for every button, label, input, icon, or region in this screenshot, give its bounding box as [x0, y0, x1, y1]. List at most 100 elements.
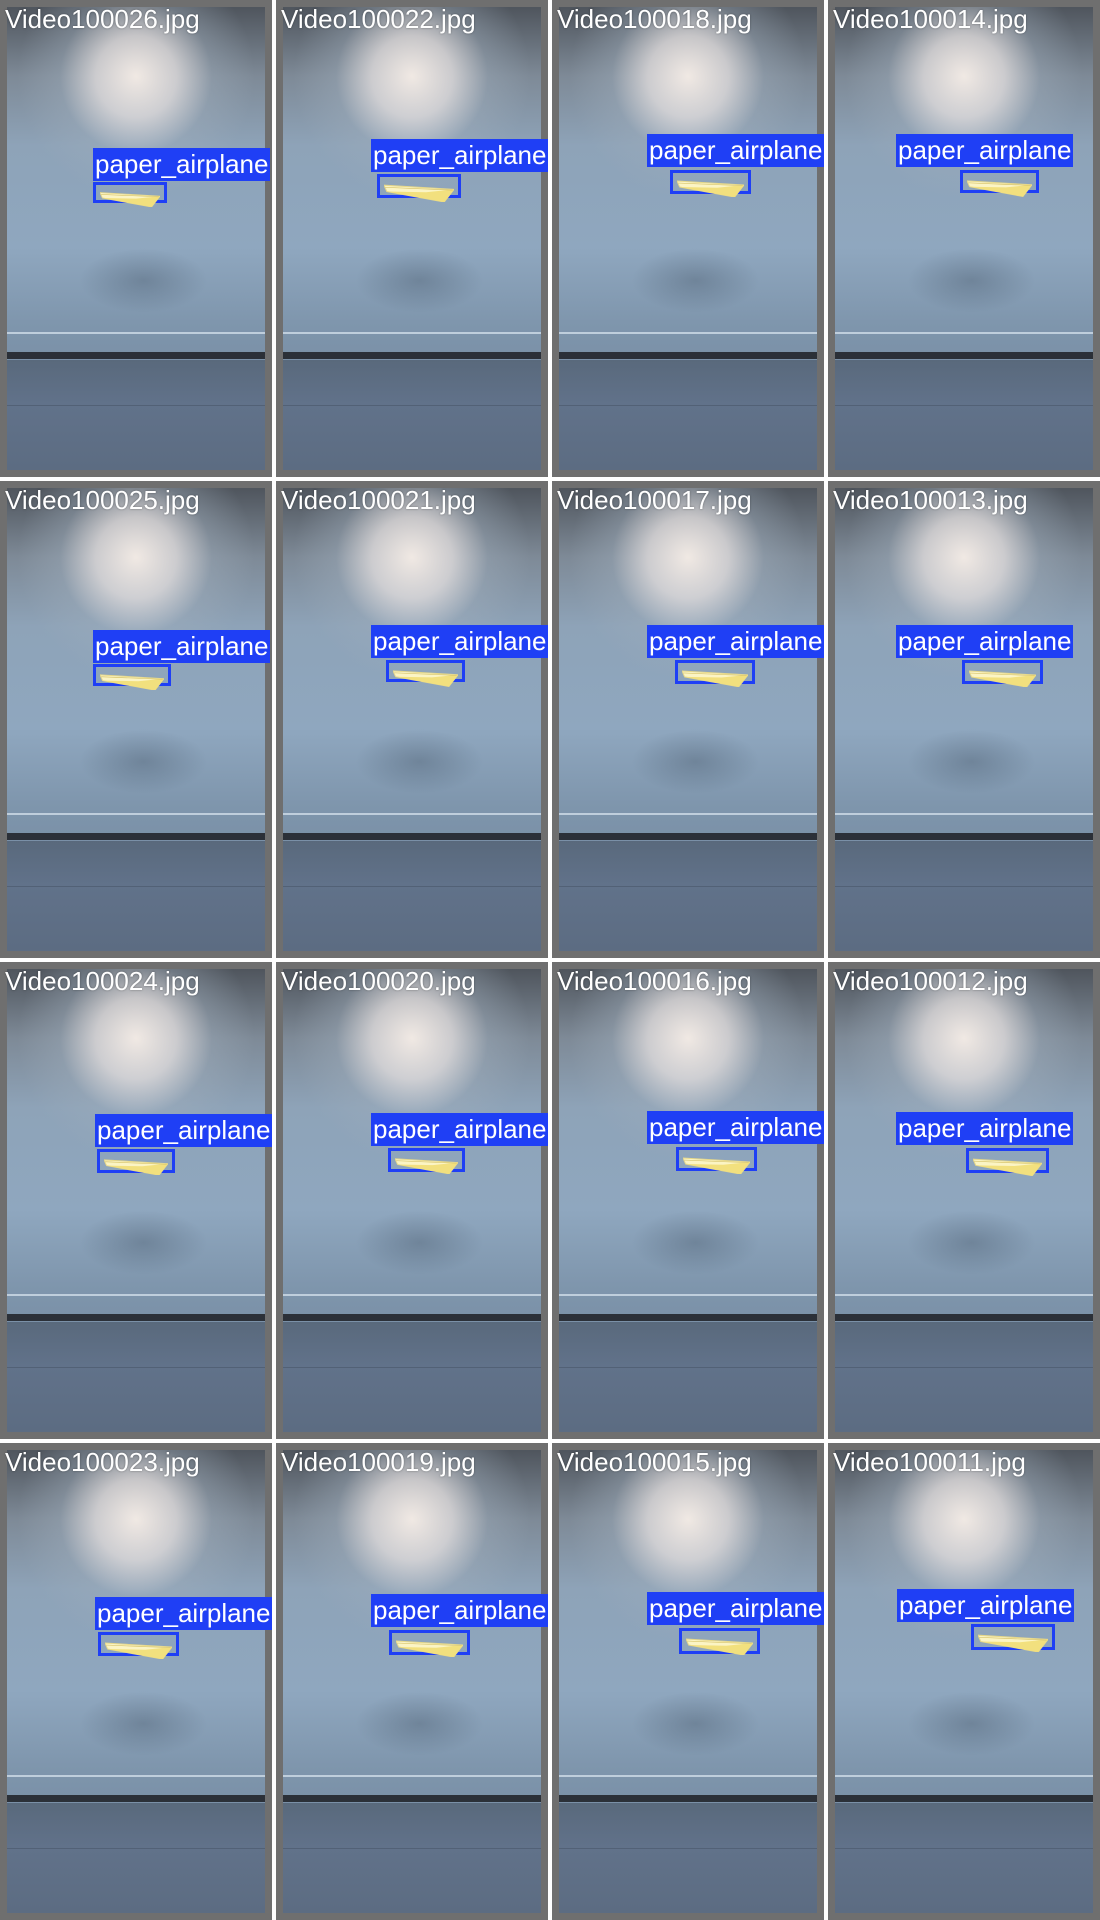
floor-area	[283, 1322, 541, 1432]
wall-ledge	[835, 351, 1093, 359]
floor-area	[7, 1803, 265, 1913]
paper-airplane-object	[396, 1640, 463, 1658]
frame-tile: Video100017.jpg paper_airplane	[552, 481, 824, 958]
frame-filename: Video100023.jpg	[5, 1447, 200, 1477]
paper-airplane-object	[100, 674, 164, 691]
frame-filename: Video100011.jpg	[833, 1447, 1026, 1477]
detection-bounding-box	[389, 1630, 470, 1658]
detection-bounding-box	[93, 664, 171, 691]
frame-tile: Video100026.jpg paper_airplane	[0, 0, 272, 477]
paper-airplane-object	[682, 670, 748, 687]
detection-bounding-box	[670, 170, 751, 198]
wall-rail	[835, 813, 1093, 816]
frame-filename: Video100018.jpg	[557, 4, 752, 34]
floor-seam	[835, 1367, 1093, 1369]
wall-ledge	[7, 832, 265, 840]
floor-area	[835, 841, 1093, 951]
detection-bounding-box	[388, 1148, 465, 1174]
wall-rail	[835, 332, 1093, 335]
wall-shadow	[907, 728, 1037, 794]
paper-airplane-object	[677, 180, 744, 198]
floor-area	[283, 360, 541, 470]
frame-photo	[283, 488, 541, 951]
wall-shadow	[631, 247, 761, 313]
wall-rail	[559, 1294, 817, 1297]
wall-shadow	[79, 728, 209, 794]
wall-rail	[835, 1775, 1093, 1778]
frame-filename: Video100022.jpg	[281, 4, 476, 34]
frame-photo	[7, 7, 265, 470]
floor-area	[283, 1803, 541, 1913]
floor-seam	[283, 405, 541, 407]
wall-rail	[283, 1775, 541, 1778]
wall-rail	[7, 1294, 265, 1297]
wall-shadow	[907, 247, 1037, 313]
wall-rail	[7, 1775, 265, 1778]
detection-class-label: paper_airplane	[647, 134, 824, 167]
frame-filename: Video100013.jpg	[833, 485, 1028, 515]
paper-airplane-object	[973, 1158, 1042, 1176]
paper-airplane-object	[395, 1158, 458, 1174]
wall-rail	[559, 1775, 817, 1778]
paper-airplane-object	[393, 670, 458, 687]
wall-ledge	[283, 1794, 541, 1802]
wall-ledge	[283, 1313, 541, 1321]
frame-photo	[835, 488, 1093, 951]
detection-class-label: paper_airplane	[647, 1592, 824, 1625]
wall-shadow	[79, 247, 209, 313]
wall-rail	[283, 1294, 541, 1297]
frame-tile: Video100020.jpg paper_airplane	[276, 962, 548, 1439]
paper-airplane-object	[683, 1157, 750, 1175]
wall-ledge	[835, 832, 1093, 840]
frame-photo	[835, 969, 1093, 1432]
wall-shadow	[355, 1690, 485, 1756]
wall-rail	[283, 813, 541, 816]
frame-filename: Video100021.jpg	[281, 485, 476, 515]
frame-tile: Video100016.jpg paper_airplane	[552, 962, 824, 1439]
frame-tile: Video100015.jpg paper_airplane	[552, 1443, 824, 1920]
floor-seam	[283, 1848, 541, 1850]
floor-area	[835, 360, 1093, 470]
wall-ledge	[7, 1794, 265, 1802]
floor-area	[559, 1803, 817, 1913]
wall-ledge	[835, 1794, 1093, 1802]
frame-photo	[559, 969, 817, 1432]
paper-airplane-object	[104, 1159, 168, 1176]
wall-rail	[283, 332, 541, 335]
frame-tile: Video100018.jpg paper_airplane	[552, 0, 824, 477]
frame-tile: Video100024.jpg paper_airplane	[0, 962, 272, 1439]
wall-rail	[835, 1294, 1093, 1297]
floor-area	[7, 841, 265, 951]
frame-photo	[7, 1450, 265, 1913]
paper-airplane-object	[978, 1634, 1048, 1652]
detection-bounding-box	[962, 660, 1043, 688]
frame-filename: Video100020.jpg	[281, 966, 476, 996]
frame-filename: Video100026.jpg	[5, 4, 200, 34]
frame-tile: Video100022.jpg paper_airplane	[276, 0, 548, 477]
floor-seam	[7, 886, 265, 888]
wall-ledge	[559, 1313, 817, 1321]
floor-seam	[835, 886, 1093, 888]
frame-tile: Video100025.jpg paper_airplane	[0, 481, 272, 958]
wall-rail	[7, 332, 265, 335]
wall-shadow	[907, 1690, 1037, 1756]
detection-bounding-box	[966, 1148, 1049, 1176]
floor-seam	[559, 1848, 817, 1850]
floor-seam	[835, 405, 1093, 407]
floor-area	[835, 1803, 1093, 1913]
frame-photo	[835, 7, 1093, 470]
floor-seam	[7, 1367, 265, 1369]
floor-area	[7, 360, 265, 470]
floor-area	[559, 1322, 817, 1432]
floor-area	[7, 1322, 265, 1432]
frame-filename: Video100014.jpg	[833, 4, 1028, 34]
detection-mosaic-grid: Video100026.jpg paper_airplane Video100022…	[0, 0, 1100, 1920]
detection-bounding-box	[960, 170, 1039, 197]
wall-shadow	[355, 247, 485, 313]
frame-tile: Video100019.jpg paper_airplane	[276, 1443, 548, 1920]
wall-rail	[7, 813, 265, 816]
frame-filename: Video100015.jpg	[557, 1447, 752, 1477]
detection-class-label: paper_airplane	[647, 1111, 824, 1144]
frame-photo	[283, 1450, 541, 1913]
frame-filename: Video100016.jpg	[557, 966, 752, 996]
